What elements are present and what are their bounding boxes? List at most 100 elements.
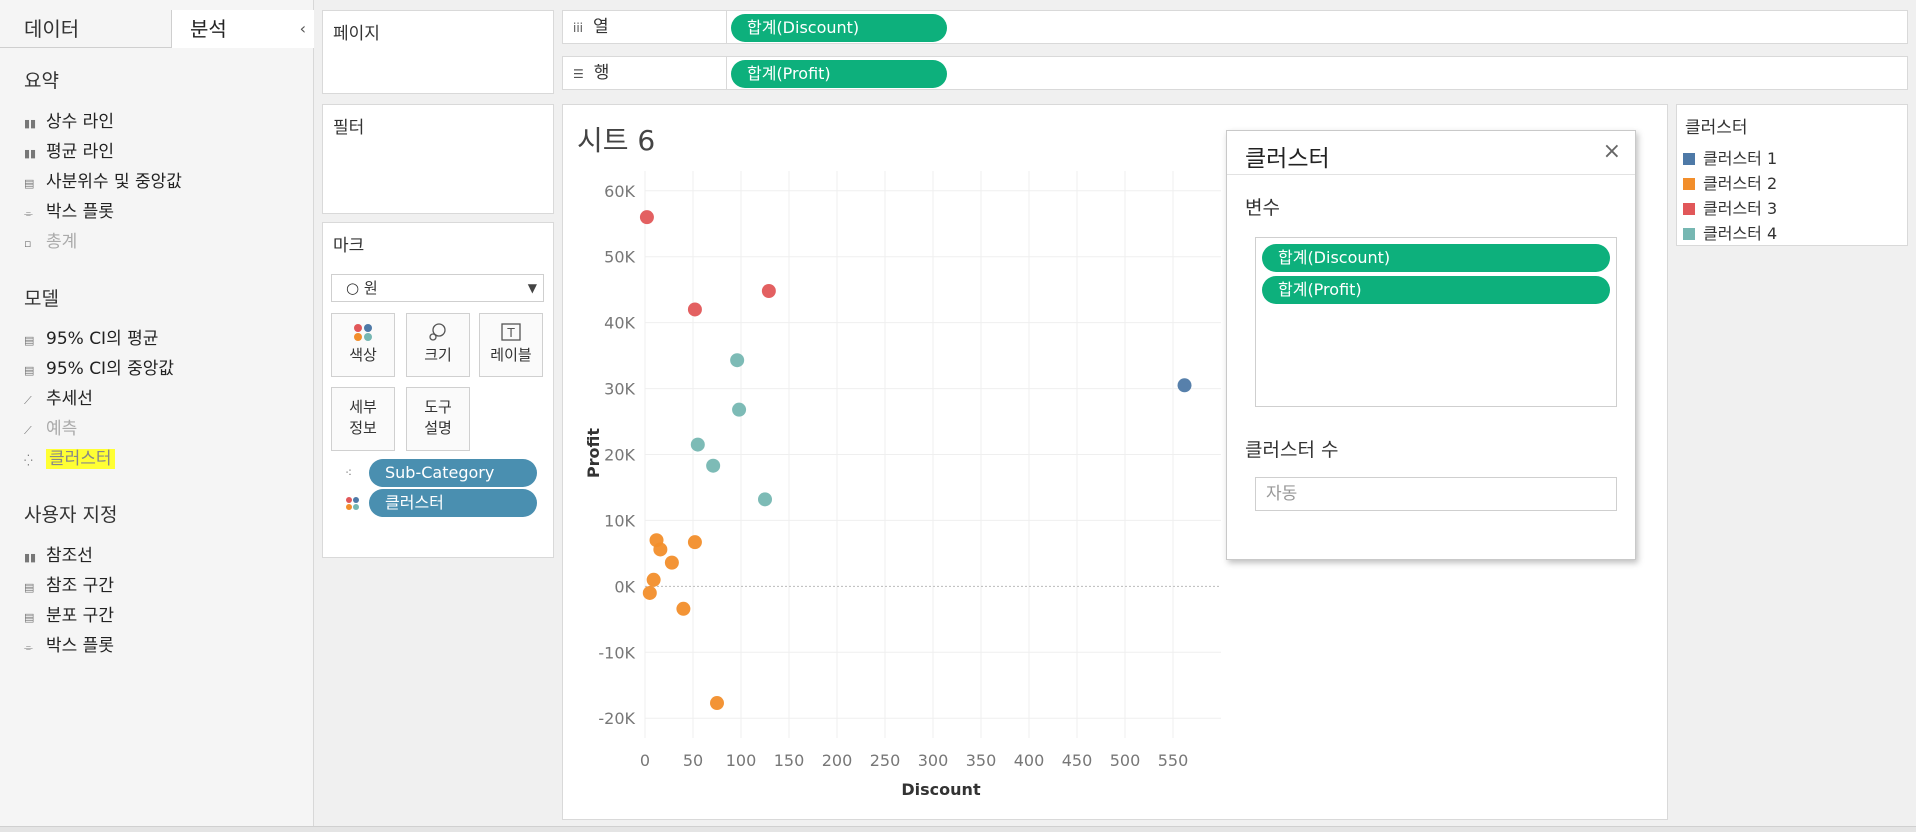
x-tick-label: 200: [822, 751, 853, 770]
item-label: 95% CI의 평균: [46, 329, 159, 349]
constant-line-icon: ▮▮: [24, 117, 37, 130]
analysis-item-trendline[interactable]: ⟋ 추세선: [24, 386, 93, 412]
legend-item-label: 클러스터 1: [1703, 149, 1778, 168]
size-icon: [407, 322, 469, 344]
tooltip-label-2: 설명: [424, 419, 452, 437]
dialog-header[interactable]: 클러스터 ×: [1227, 131, 1635, 175]
columns-pill-discount[interactable]: 합계(Discount): [731, 14, 947, 42]
item-label: 사분위수 및 중앙값: [46, 172, 182, 192]
rows-pill-profit[interactable]: 합계(Profit): [731, 60, 947, 88]
close-icon[interactable]: ×: [1603, 139, 1621, 164]
marks-detail-button[interactable]: 세부 정보: [331, 387, 395, 451]
marks-color-button[interactable]: 색상: [331, 313, 395, 377]
marks-pill-subcategory[interactable]: Sub-Category: [369, 459, 537, 487]
analysis-item-quartiles[interactable]: ▤ 사분위수 및 중앙값: [24, 169, 182, 195]
variables-label: 변수: [1245, 197, 1280, 219]
marks-tooltip-button[interactable]: 도구 설명: [406, 387, 470, 451]
x-axis-label: Discount: [901, 780, 981, 799]
y-tick-label: 10K: [604, 511, 635, 530]
filters-card[interactable]: 필터: [322, 104, 554, 214]
sheet-tabs-bar[interactable]: [0, 826, 1916, 832]
reference-line-icon: ▮▮: [24, 551, 37, 564]
totals-icon: ▫: [24, 237, 32, 250]
x-tick-label: 300: [918, 751, 949, 770]
x-tick-label: 150: [774, 751, 805, 770]
rows-shelf-label: ☰ 행: [563, 57, 727, 89]
rows-shelf[interactable]: ☰ 행 합계(Profit): [562, 56, 1908, 90]
x-tick-label: 50: [683, 751, 703, 770]
collapse-panel-icon[interactable]: ‹: [300, 10, 306, 48]
marks-size-button[interactable]: 크기: [406, 313, 470, 377]
quartile-icon: ▤: [24, 177, 35, 190]
cluster-count-label: 클러스터 수: [1245, 439, 1339, 461]
item-label: 클러스터: [46, 449, 115, 469]
mark-type-value: ○ 원: [346, 279, 378, 297]
item-label: 총계: [46, 232, 78, 252]
variable-pill-profit[interactable]: 합계(Profit): [1262, 276, 1610, 304]
x-tick-label: 400: [1014, 751, 1045, 770]
mark-type-dropdown[interactable]: ○ 원 ▼: [331, 274, 544, 302]
analysis-item-forecast: ⟋ 예측: [24, 416, 77, 442]
legend-item-cluster-1[interactable]: 클러스터 1: [1683, 147, 1777, 171]
tab-analysis[interactable]: 분석 ‹: [172, 10, 314, 48]
legend-item-label: 클러스터 3: [1703, 199, 1778, 218]
ci-mean-icon: ▤: [24, 334, 35, 347]
analysis-item-custom-boxplot[interactable]: ⌯ 박스 플롯: [24, 633, 114, 659]
analysis-item-reference-line[interactable]: ▮▮ 참조선: [24, 543, 93, 569]
tooltip-label-1: 도구: [424, 398, 452, 416]
variables-dropzone[interactable]: 합계(Discount) 합계(Profit): [1255, 237, 1617, 407]
legend-item-cluster-4[interactable]: 클러스터 4: [1683, 222, 1777, 246]
x-tick-label: 450: [1062, 751, 1093, 770]
analysis-item-ci-mean[interactable]: ▤ 95% CI의 평균: [24, 326, 158, 352]
pages-card[interactable]: 페이지: [322, 10, 554, 94]
filters-title: 필터: [333, 118, 365, 138]
x-tick-label: 250: [870, 751, 901, 770]
data-point: [687, 302, 702, 317]
legend-item-label: 클러스터 2: [1703, 174, 1778, 193]
legend-item-cluster-2[interactable]: 클러스터 2: [1683, 172, 1777, 196]
rows-icon: ☰: [573, 67, 584, 81]
analysis-item-reference-band[interactable]: ▤ 참조 구간: [24, 573, 114, 599]
tab-data[interactable]: 데이터: [0, 10, 172, 48]
variable-pill-discount[interactable]: 합계(Discount): [1262, 244, 1610, 272]
legend-item-cluster-3[interactable]: 클러스터 3: [1683, 197, 1777, 221]
cluster-count-input[interactable]: 자동: [1255, 477, 1617, 511]
item-label: 평균 라인: [46, 142, 114, 162]
reference-band-icon: ▤: [24, 581, 35, 594]
pages-title: 페이지: [333, 24, 380, 44]
data-point: [690, 437, 705, 452]
detail-label-2: 정보: [349, 419, 377, 437]
item-label: 분포 구간: [46, 606, 114, 626]
marks-pill-cluster[interactable]: 클러스터: [369, 489, 537, 517]
text-label-icon: T: [480, 322, 542, 344]
cluster-legend[interactable]: 클러스터 클러스터 1 클러스터 2 클러스터 3 클러스터 4: [1676, 104, 1908, 246]
data-point: [1177, 378, 1192, 393]
columns-shelf[interactable]: iii 열 합계(Discount): [562, 10, 1908, 44]
analysis-item-distribution-band[interactable]: ▤ 분포 구간: [24, 603, 114, 629]
forecast-icon: ⟋: [24, 424, 32, 437]
analysis-item-boxplot[interactable]: ⌯ 박스 플롯: [24, 199, 114, 225]
rows-label-text: 행: [593, 63, 610, 83]
y-tick-label: 0K: [614, 577, 635, 596]
columns-label-text: 열: [593, 17, 609, 37]
distribution-band-icon: ▤: [24, 611, 35, 624]
boxplot-icon: ⌯: [24, 207, 33, 220]
analysis-item-constant-line[interactable]: ▮▮ 상수 라인: [24, 109, 114, 135]
marks-card: 마크 ○ 원 ▼ 색상 크기 T 레이블 세부 정보 도구 설명 ⁖ Sub-C…: [322, 222, 554, 558]
tab-analysis-label: 분석: [190, 17, 227, 41]
marks-label-button[interactable]: T 레이블: [479, 313, 543, 377]
data-point: [676, 601, 691, 616]
label-label: 레이블: [490, 346, 532, 364]
detail-icon: ⁖: [345, 466, 353, 480]
x-tick-label: 550: [1158, 751, 1189, 770]
ci-median-icon: ▤: [24, 364, 35, 377]
analysis-item-average-line[interactable]: ▮▮ 평균 라인: [24, 139, 114, 165]
analysis-item-cluster[interactable]: ⁛ 클러스터: [24, 446, 115, 472]
section-custom-heading: 사용자 지정: [24, 504, 118, 526]
y-tick-label: -20K: [598, 709, 635, 728]
x-tick-label: 350: [966, 751, 997, 770]
item-label: 추세선: [46, 389, 93, 409]
cluster-icon: ⁛: [24, 454, 33, 467]
y-axis-ticks: 60K 50K 40K 30K 20K 10K 0K -10K -20K: [598, 182, 635, 728]
analysis-item-ci-median[interactable]: ▤ 95% CI의 중앙값: [24, 356, 174, 382]
